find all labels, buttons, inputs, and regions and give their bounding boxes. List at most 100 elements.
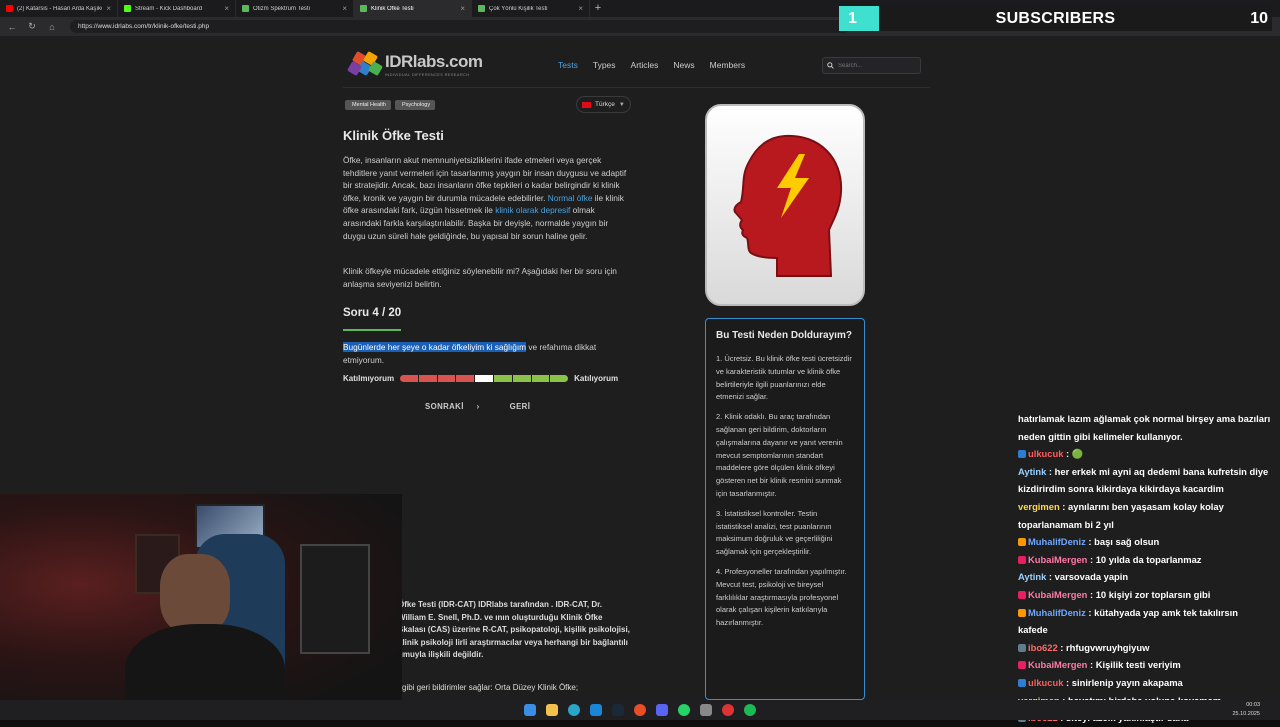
chat-text: : sinirlenip yayın akapama: [1063, 676, 1183, 688]
chat-username[interactable]: KubaiMergen: [1028, 554, 1087, 565]
scale-option[interactable]: [531, 375, 550, 382]
menu-item-members[interactable]: Members: [710, 60, 745, 70]
scale-option[interactable]: [418, 375, 437, 382]
browser-tab[interactable]: Otizm Spektrum Testi ×: [236, 0, 354, 17]
chat-message: KubaiMergen : 10 kişiyi zor toplarsın gi…: [1014, 586, 1280, 604]
chat-username[interactable]: KubaiMergen: [1028, 659, 1087, 670]
chat-badge-icon: [1018, 590, 1026, 599]
why-item: 4. Profesyoneller tarafından yapılmıştır…: [716, 566, 847, 628]
close-tab-icon[interactable]: ×: [106, 4, 111, 13]
chat-text: : her erkek mi ayni aq dedemi bana kufre…: [1046, 465, 1269, 477]
chat-badge-icon: [1018, 450, 1026, 459]
chat-username[interactable]: MuhalifDeniz: [1028, 536, 1086, 547]
discord-icon[interactable]: [656, 704, 668, 716]
url-field[interactable]: https://www.idrlabs.com/tr/klinik-ofke/t…: [70, 20, 850, 33]
site-search: [822, 57, 921, 74]
search-icon: [827, 62, 834, 69]
subscribers-goal: 10: [1250, 9, 1268, 27]
logo-name: IDRlabs.com: [385, 51, 483, 71]
scale-option[interactable]: [550, 375, 569, 382]
logo-hexagons-icon: [346, 50, 384, 77]
close-tab-icon[interactable]: ×: [224, 4, 229, 13]
normal-anger-link[interactable]: Normal öfke: [548, 193, 593, 203]
chat-message: Aytink : varsovada yapin: [1014, 568, 1280, 586]
chat-username[interactable]: Aytink: [1018, 466, 1046, 477]
chat-text: : aynılarını ben yaşasam kolay kolay: [1059, 500, 1224, 512]
chat-text: : kütahyada yap amk tek takılırsın: [1085, 606, 1238, 618]
chat-message: KubaiMergen : 10 yılda da toparlanmaz: [1014, 551, 1280, 569]
menu-item-tests[interactable]: Tests: [558, 60, 578, 70]
record-icon[interactable]: [722, 704, 734, 716]
chat-username[interactable]: Aytink: [1018, 571, 1046, 582]
scale-left-label: Katılmıyorum: [343, 374, 395, 383]
back-arrow-icon[interactable]: ←: [6, 22, 18, 32]
scale-option[interactable]: [512, 375, 531, 382]
shelf: [300, 544, 370, 654]
back-button[interactable]: GERİ: [510, 402, 531, 411]
chat-text: toparlanamam bi 2 yıl: [1018, 518, 1114, 530]
new-tab-button[interactable]: +: [590, 0, 606, 17]
taskbar-clock[interactable]: 00:03 25.10.2025: [1232, 701, 1260, 719]
chat-message: hatırlamak lazım ağlamak çok normal birş…: [1014, 410, 1280, 428]
answer-scale: Katılmıyorum Katılıyorum: [343, 374, 618, 383]
chat-username[interactable]: ulkucuk: [1028, 448, 1063, 459]
store-icon[interactable]: [590, 704, 602, 716]
browser-icon[interactable]: [634, 704, 646, 716]
close-tab-icon[interactable]: ×: [578, 4, 583, 13]
home-icon[interactable]: ⌂: [46, 22, 58, 32]
search-input[interactable]: [838, 62, 918, 69]
clinical-depression-link[interactable]: klinik olarak depresif: [495, 205, 570, 215]
reload-icon[interactable]: ↻: [26, 21, 38, 32]
chat-username[interactable]: ibo622: [1028, 642, 1058, 653]
tag-psychology[interactable]: Psychology: [394, 100, 436, 110]
language-selector[interactable]: Türkçe ▼: [576, 96, 631, 113]
browser-tab[interactable]: (2) Katarsis - Hasan Arda Kaşıkçı ×: [0, 0, 118, 17]
chat-text: : rhfugvwruyhgiyuw: [1057, 641, 1150, 653]
menu-item-types[interactable]: Types: [593, 60, 616, 70]
chat-text: : başı sağ olsun: [1085, 536, 1160, 548]
browser-tab[interactable]: Çok Yönlü Kişilik Testi ×: [472, 0, 590, 17]
chat-text: kizdirirdim sonra kikirdaya kikirdaya ka…: [1018, 483, 1224, 495]
chat-message: Aytink : her erkek mi ayni aq dedemi ban…: [1014, 463, 1280, 481]
menu-item-articles[interactable]: Articles: [631, 60, 659, 70]
edge-icon[interactable]: [568, 704, 580, 716]
subscribers-goal-overlay: 1 SUBSCRIBERS 10: [839, 6, 1272, 31]
subscribers-count: 1: [839, 6, 879, 31]
chat-text: : 10 kişiyi zor toplarsın gibi: [1087, 588, 1211, 600]
chat-message: toparlanamam bi 2 yıl: [1014, 516, 1280, 534]
chat-badge-icon: [1018, 643, 1026, 652]
close-tab-icon[interactable]: ×: [342, 4, 347, 13]
chat-text: kafede: [1018, 624, 1048, 636]
tag-mental-health[interactable]: Mental Health: [345, 100, 391, 110]
scale-option[interactable]: [494, 375, 512, 382]
scale-option[interactable]: [437, 375, 456, 382]
question-text: Bugünlerde her şeye o kadar öfkeliyim ki…: [343, 341, 630, 366]
person: [160, 554, 230, 634]
browser-tab[interactable]: Klinik Öfke Testi ×: [354, 0, 472, 17]
webcam-overlay: [0, 494, 402, 720]
tag-list: Mental Health Psychology: [345, 100, 436, 110]
steam-icon[interactable]: [612, 704, 624, 716]
windows-start-icon[interactable]: [524, 704, 536, 716]
browser-tab[interactable]: Stream - Kick Dashboard ×: [118, 0, 236, 17]
chat-username[interactable]: vergimen: [1018, 501, 1060, 512]
whatsapp-icon[interactable]: [678, 704, 690, 716]
chat-username[interactable]: KubaiMergen: [1028, 589, 1087, 600]
next-button[interactable]: SONRAKİ ›: [425, 402, 480, 411]
spotify-icon[interactable]: [744, 704, 756, 716]
scale-option[interactable]: [456, 375, 475, 382]
site-logo[interactable]: IDRlabs.com INDIVIDUAL DIFFERENCES RESEA…: [346, 50, 483, 77]
idrlabs-icon: [478, 5, 485, 12]
scale-track: [400, 375, 569, 382]
scale-option-selected[interactable]: [475, 375, 494, 382]
file-explorer-icon[interactable]: [546, 704, 558, 716]
tab-label: (2) Katarsis - Hasan Arda Kaşıkçı: [17, 5, 103, 12]
chat-badge-icon: [1018, 608, 1026, 617]
close-tab-icon[interactable]: ×: [460, 4, 465, 13]
settings-icon[interactable]: [700, 704, 712, 716]
main-menu: Tests Types Articles News Members: [558, 60, 745, 70]
scale-option[interactable]: [400, 375, 418, 382]
chat-username[interactable]: ulkucuk: [1028, 677, 1063, 688]
chat-username[interactable]: MuhalifDeniz: [1028, 607, 1086, 618]
menu-item-news[interactable]: News: [673, 60, 694, 70]
